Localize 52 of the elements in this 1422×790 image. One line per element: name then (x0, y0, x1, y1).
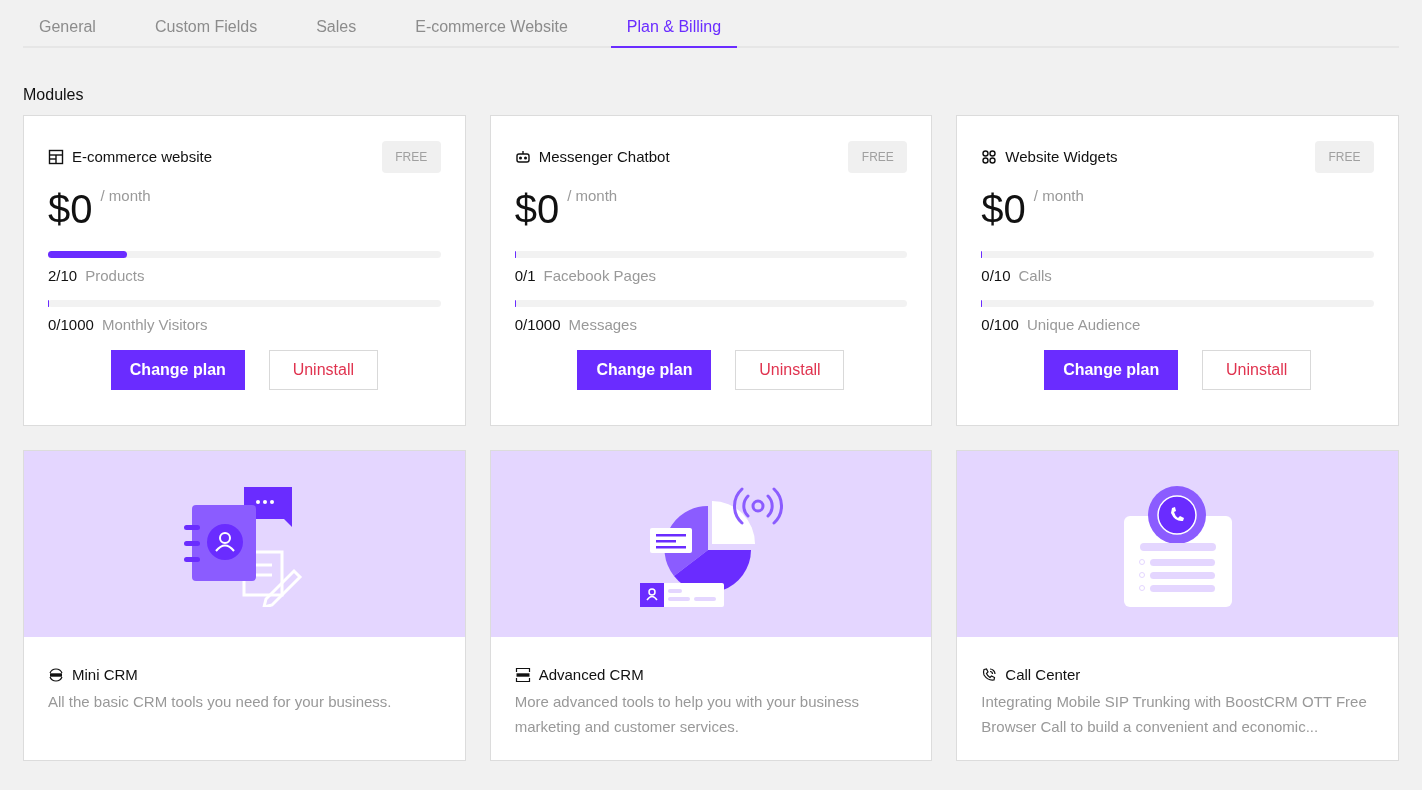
plan-badge: FREE (1315, 141, 1374, 173)
section-title: Modules (23, 85, 85, 105)
tab[interactable]: E-commerce Website (399, 8, 584, 48)
tab[interactable]: Sales (300, 8, 373, 48)
usage-count: 0/10 (981, 266, 1011, 286)
grid-icon (981, 149, 998, 165)
price: $0 (981, 186, 1026, 233)
price: $0 (514, 186, 560, 233)
usage-label: Calls (1018, 266, 1052, 286)
module-name: Mini CRM (72, 665, 138, 685)
module-card[interactable]: Advanced CRM More advanced tools to help you with your business marketing and customer services. (489, 450, 933, 761)
pie-slice (712, 501, 756, 544)
usage-label: Facebook Pages (543, 266, 657, 286)
plan-name: Website Widgets (1005, 146, 1118, 167)
plan-name: Messenger Chatbot (538, 146, 670, 167)
change-plan-button[interactable]: Change plan (1044, 350, 1179, 390)
usage-count: 0/1000 (48, 314, 94, 335)
layout-icon (48, 149, 64, 165)
price: $0 (48, 186, 93, 233)
module-card[interactable]: Call Center Integrating Mobile SIP Trunking with BoostCRM OTT Free Browser Call to build a convenient and economic... (956, 450, 1399, 761)
usage-count: 0/1 (514, 266, 536, 286)
module-description: More advanced tools to help you with your business marketing and customer services. (514, 691, 861, 737)
usage-count: 0/1000 (514, 314, 561, 335)
uninstall-button[interactable]: Uninstall (735, 350, 845, 390)
tab[interactable]: General (23, 8, 112, 48)
module-card[interactable]: Mini CRM All the basic CRM tools you need for your business. (23, 450, 466, 761)
price-period: / month (567, 186, 618, 206)
tab[interactable]: Custom Fields (138, 8, 274, 48)
plan-name: E-commerce website (72, 146, 213, 167)
module-description: All the basic CRM tools you need for your business. (48, 691, 393, 712)
usage-label: Messages (568, 314, 637, 335)
plan-badge: FREE (381, 141, 441, 173)
module-description: Integrating Mobile SIP Trunking with BoostCRM OTT Free Browser Call to build a convenient and economic... (981, 691, 1368, 737)
usage-count: 0/100 (981, 314, 1019, 335)
usage-count: 2/10 (48, 266, 78, 286)
crm-circle-icon (48, 667, 64, 684)
change-plan-button[interactable]: Change plan (110, 350, 245, 390)
price-period: / month (1033, 186, 1084, 206)
uninstall-button[interactable]: Uninstall (1202, 350, 1312, 390)
tab[interactable]: Plan & Billing (610, 8, 738, 48)
crm-box-icon (514, 667, 531, 684)
usage-label: Monthly Visitors (101, 314, 208, 335)
module-name: Advanced CRM (538, 665, 644, 685)
module-name: Call Center (1005, 665, 1081, 685)
price-period: / month (100, 186, 151, 206)
change-plan-button[interactable]: Change plan (577, 350, 712, 390)
plan-badge: FREE (848, 141, 908, 173)
uninstall-button[interactable]: Uninstall (268, 350, 378, 390)
robot-icon (514, 149, 531, 165)
usage-label: Unique Audience (1026, 314, 1141, 335)
usage-label: Products (85, 266, 145, 286)
phone-icon (981, 667, 998, 684)
